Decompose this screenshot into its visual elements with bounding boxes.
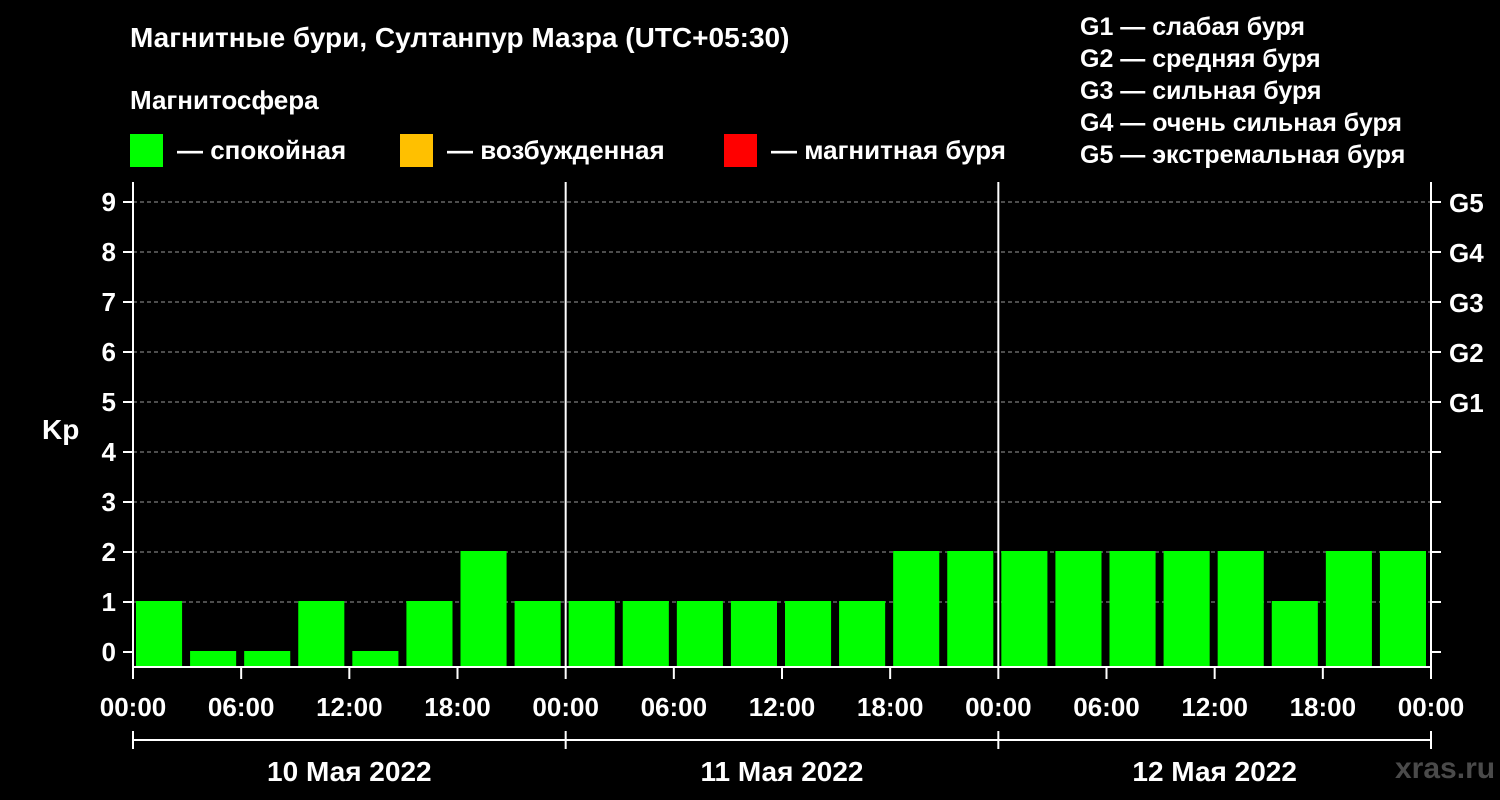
kp-bar — [839, 601, 886, 667]
kp-bar — [1109, 551, 1156, 667]
y-tick-label: 8 — [102, 237, 116, 267]
kp-bar — [568, 601, 615, 667]
y-axis-label: Kp — [42, 414, 79, 445]
y-tick-label: 4 — [102, 437, 117, 467]
y-tick-label: 3 — [102, 487, 116, 517]
x-tick-label: 06:00 — [208, 692, 275, 722]
x-tick-label: 12:00 — [1181, 692, 1248, 722]
kp-bar — [1217, 551, 1264, 667]
y-tick-label: 7 — [102, 287, 116, 317]
kp-bar — [622, 601, 669, 667]
kp-bar — [676, 601, 723, 667]
x-tick-label: 00:00 — [965, 692, 1032, 722]
y-tick-label: 6 — [102, 337, 116, 367]
y-tick-label: 0 — [102, 637, 116, 667]
kp-index-chart: 0 1 2 3 4 5 6 7 8 9 G1 G2 G3 G4 G5 Kp 00:00 06:00 12:00 18:… — [42, 182, 1484, 787]
x-tick-label: 00:00 — [100, 692, 167, 722]
kp-bar — [947, 551, 994, 667]
g-scale-label: G5 — [1449, 188, 1484, 218]
kp-bar — [244, 651, 291, 667]
x-tick-label: 12:00 — [749, 692, 816, 722]
kp-bar — [730, 601, 777, 667]
g-scale-label: G4 — [1449, 238, 1484, 268]
g-scale-label: G1 — [1449, 388, 1484, 418]
day-label: 10 Мая 2022 — [267, 756, 432, 787]
kp-bar — [406, 601, 453, 667]
kp-bar — [785, 601, 832, 667]
day-label: 12 Мая 2022 — [1132, 756, 1297, 787]
kp-bar — [1325, 551, 1372, 667]
kp-bar — [1271, 601, 1318, 667]
y-tick-label: 1 — [102, 587, 116, 617]
g-scale-label: G3 — [1449, 288, 1484, 318]
kp-bar — [893, 551, 940, 667]
y-tick-label: 9 — [102, 187, 116, 217]
kp-bar — [1055, 551, 1102, 667]
kp-bar — [136, 601, 183, 667]
x-tick-label: 06:00 — [641, 692, 708, 722]
kp-bar — [514, 601, 561, 667]
kp-bar — [298, 601, 345, 667]
kp-bar — [1379, 551, 1426, 667]
x-tick-label: 18:00 — [857, 692, 924, 722]
watermark: xras.ru — [1395, 752, 1496, 785]
day-label: 11 Мая 2022 — [700, 756, 863, 787]
x-tick-label: 18:00 — [1290, 692, 1357, 722]
x-tick-label: 00:00 — [1398, 692, 1465, 722]
x-tick-label: 18:00 — [424, 692, 491, 722]
kp-bar — [460, 551, 507, 667]
y-tick-label: 5 — [102, 387, 116, 417]
g-scale-label: G2 — [1449, 338, 1484, 368]
x-tick-label: 06:00 — [1073, 692, 1140, 722]
x-tick-label: 12:00 — [316, 692, 383, 722]
x-tick-label: 00:00 — [532, 692, 599, 722]
y-tick-label: 2 — [102, 537, 116, 567]
kp-bar — [352, 651, 399, 667]
kp-bar — [190, 651, 237, 667]
kp-bar — [1163, 551, 1210, 667]
kp-bar — [1001, 551, 1048, 667]
